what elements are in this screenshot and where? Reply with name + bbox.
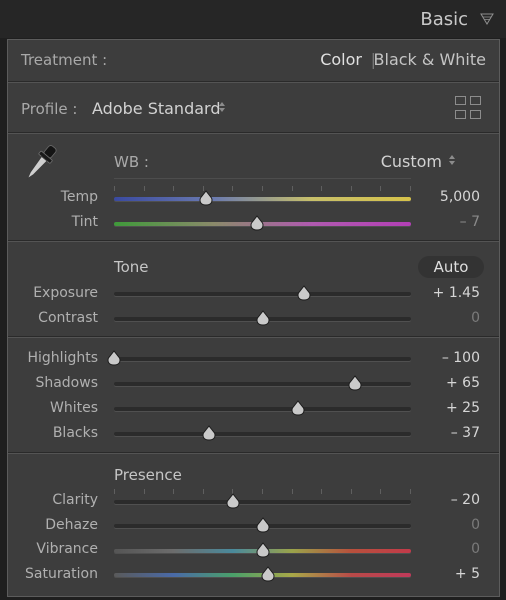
highlights-value[interactable]: – 100 — [442, 350, 480, 366]
slider-tick — [321, 186, 323, 191]
blacks-slider[interactable] — [114, 432, 411, 436]
blacks-label: Blacks — [52, 425, 98, 441]
contrast-value[interactable]: 0 — [471, 310, 480, 326]
dehaze-label: Dehaze — [45, 517, 98, 533]
grid-icon[interactable] — [455, 96, 482, 120]
saturation-slider-thumb[interactable] — [261, 566, 275, 582]
exposure-slider-thumb[interactable] — [297, 285, 311, 301]
slider-tick — [410, 186, 411, 191]
divider — [8, 452, 499, 454]
slider-tick — [321, 489, 323, 494]
slider-tick — [350, 186, 352, 191]
slider-tick — [202, 489, 204, 494]
clarity-slider-thumb[interactable] — [226, 493, 240, 509]
presence-title: Presence — [114, 466, 182, 484]
temp-label: Temp — [60, 189, 98, 205]
slider-tick — [143, 186, 145, 191]
highlights-slider-thumb[interactable] — [107, 350, 121, 366]
panel-header[interactable]: Basic — [0, 0, 506, 38]
slider-tick — [262, 489, 263, 494]
whites-slider[interactable] — [114, 407, 411, 411]
clarity-label: Clarity — [52, 492, 98, 508]
contrast-slider-thumb[interactable] — [256, 310, 270, 326]
panel-title: Basic — [420, 9, 468, 30]
slider-tick — [350, 489, 352, 494]
tint-slider-thumb[interactable] — [250, 215, 264, 231]
treatment-bw-option[interactable]: Black & White — [374, 50, 486, 69]
divider — [8, 81, 499, 83]
divider — [8, 132, 499, 134]
vibrance-label: Vibrance — [36, 541, 98, 557]
shadows-value[interactable]: + 65 — [446, 375, 480, 391]
highlights-label: Highlights — [27, 350, 99, 366]
slider-tick — [291, 489, 293, 494]
shadows-slider[interactable] — [114, 382, 411, 386]
whites-value[interactable]: + 25 — [446, 400, 480, 416]
chevron-updown-icon[interactable] — [448, 154, 456, 166]
exposure-label: Exposure — [33, 285, 98, 301]
temp-slider[interactable] — [114, 197, 411, 201]
vibrance-value[interactable]: 0 — [471, 541, 480, 557]
divider — [8, 336, 499, 338]
basic-panel: Treatment : Color | Black & White Profil… — [7, 39, 500, 597]
profile-select[interactable]: Adobe Standard — [92, 99, 220, 118]
slider-tick — [143, 489, 145, 494]
saturation-label: Saturation — [25, 566, 98, 582]
blacks-value[interactable]: – 37 — [451, 425, 480, 441]
collapse-triangle-icon[interactable] — [480, 13, 494, 25]
shadows-label: Shadows — [35, 375, 98, 391]
clarity-value[interactable]: – 20 — [451, 492, 480, 508]
exposure-slider[interactable] — [114, 292, 411, 296]
eyedropper-icon[interactable] — [19, 140, 61, 186]
vibrance-slider-thumb[interactable] — [256, 542, 270, 558]
profile-label: Profile : — [21, 100, 78, 118]
slider-tick — [291, 186, 293, 191]
auto-button[interactable]: Auto — [418, 256, 484, 278]
chevron-updown-icon[interactable] — [218, 101, 226, 113]
slider-tick — [262, 186, 263, 191]
clarity-slider[interactable] — [114, 500, 411, 504]
slider-tick — [232, 186, 234, 191]
temp-slider-thumb[interactable] — [199, 190, 213, 206]
tone-title: Tone — [114, 258, 149, 276]
dehaze-value[interactable]: 0 — [471, 517, 480, 533]
wb-select[interactable]: Custom — [381, 152, 442, 171]
slider-tick — [173, 186, 175, 191]
whites-slider-thumb[interactable] — [291, 400, 305, 416]
exposure-value[interactable]: + 1.45 — [433, 285, 480, 301]
temp-value[interactable]: 5,000 — [440, 189, 480, 205]
slider-tick — [380, 186, 382, 191]
blacks-slider-thumb[interactable] — [202, 425, 216, 441]
slider-tick — [173, 489, 175, 494]
whites-label: Whites — [49, 400, 98, 416]
tint-value[interactable]: – 7 — [460, 214, 480, 230]
contrast-label: Contrast — [38, 310, 98, 326]
dehaze-slider-thumb[interactable] — [256, 517, 270, 533]
shadows-slider-thumb[interactable] — [348, 375, 362, 391]
slider-tick — [114, 186, 115, 191]
divider — [8, 240, 499, 242]
slider-tick — [410, 489, 411, 494]
treatment-color-option[interactable]: Color — [320, 50, 362, 69]
divider — [114, 178, 411, 179]
highlights-slider[interactable] — [114, 357, 411, 361]
saturation-value[interactable]: + 5 — [455, 566, 480, 582]
tint-label: Tint — [71, 214, 98, 230]
treatment-label: Treatment : — [21, 51, 108, 69]
slider-ticks — [114, 186, 411, 192]
slider-tick — [380, 489, 382, 494]
slider-ticks — [114, 489, 411, 495]
wb-label: WB : — [114, 153, 149, 171]
slider-tick — [114, 489, 115, 494]
